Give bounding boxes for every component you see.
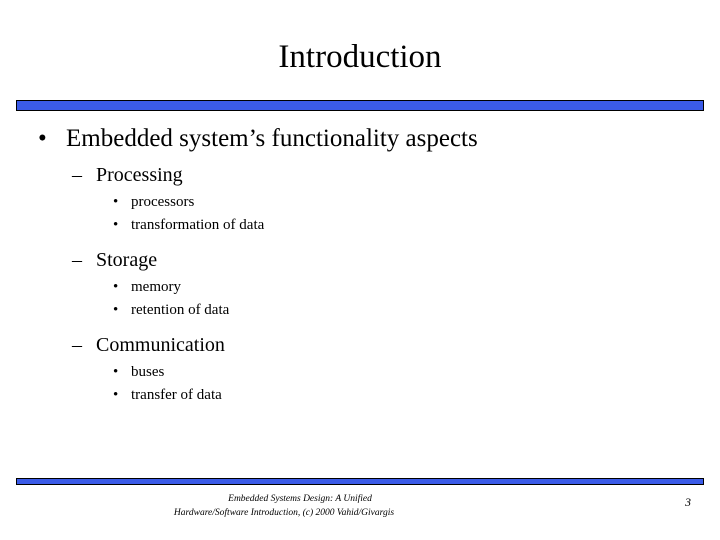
outline-level1-item: • Embedded system’s functionality aspect… — [0, 124, 720, 154]
outline-level2-label: Communication — [96, 334, 225, 356]
bullet-round-icon: • — [113, 194, 119, 210]
outline-level3-label: buses — [131, 364, 165, 380]
outline-level2-item: – Storage — [0, 247, 720, 273]
footer-attribution: Embedded Systems Design: A Unified Hardw… — [0, 492, 560, 520]
outline-level3-item: • transfer of data — [0, 384, 720, 407]
outline-group-communication: – Communication • buses • transfer of da… — [0, 332, 720, 407]
outline-level2-label: Storage — [96, 249, 158, 271]
bullet-round-icon: • — [113, 279, 119, 295]
bullet-round-icon: • — [113, 302, 119, 318]
outline-level3-item: • transformation of data — [0, 214, 720, 237]
outline-level3-label: transformation of data — [131, 217, 265, 233]
dash-icon: – — [72, 249, 82, 271]
slide: Introduction • Embedded system’s functio… — [0, 0, 720, 540]
footer-divider-bar-bottom — [16, 478, 704, 485]
outline-level3-label: transfer of data — [131, 387, 222, 403]
outline-level3-item: • processors — [0, 191, 720, 214]
content-outline: • Embedded system’s functionality aspect… — [0, 124, 720, 407]
dash-icon: – — [72, 334, 82, 356]
bullet-round-icon: • — [113, 364, 119, 380]
outline-level3-item: • memory — [0, 276, 720, 299]
outline-level2-item: – Communication — [0, 332, 720, 358]
outline-level2-item: – Processing — [0, 162, 720, 188]
outline-level2-label: Processing — [96, 164, 183, 186]
outline-level3-item: • retention of data — [0, 299, 720, 322]
bullet-round-icon: • — [38, 125, 47, 152]
outline-level3-label: retention of data — [131, 302, 230, 318]
footer-line-2: Hardware/Software Introduction, (c) 2000… — [173, 508, 395, 518]
outline-group-processing: – Processing • processors • transformati… — [0, 162, 720, 237]
title-divider-bar-top — [16, 100, 704, 111]
outline-level1-label: Embedded system’s functionality aspects — [66, 125, 478, 152]
outline-group-storage: – Storage • memory • retention of data — [0, 247, 720, 322]
outline-level3-item: • buses — [0, 361, 720, 384]
page-title: Introduction — [278, 39, 442, 75]
footer-line-1: Embedded Systems Design: A Unified — [228, 494, 372, 504]
outline-level3-label: processors — [131, 194, 195, 210]
bullet-round-icon: • — [113, 217, 119, 233]
page-number: 3 — [685, 495, 691, 509]
outline-level3-label: memory — [131, 279, 181, 295]
bullet-round-icon: • — [113, 387, 119, 403]
dash-icon: – — [72, 164, 82, 186]
